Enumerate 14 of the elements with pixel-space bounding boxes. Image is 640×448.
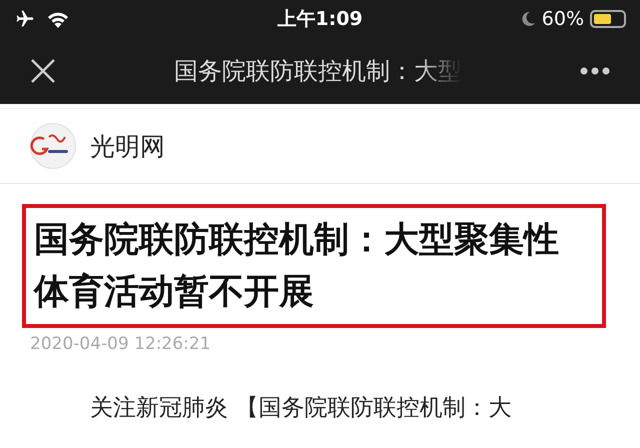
logo-icon — [30, 123, 76, 169]
article-text: 关注新冠肺炎 【国务院联防联控机制：大 — [90, 394, 512, 423]
more-icon[interactable] — [580, 67, 610, 75]
close-icon[interactable] — [30, 58, 56, 84]
page-title: 国务院联防联控机制：大型 — [174, 56, 462, 87]
airplane-icon — [14, 9, 36, 29]
status-time: 上午1:09 — [277, 7, 363, 32]
moon-icon — [520, 11, 536, 27]
source-name: 光明网 — [90, 130, 165, 162]
article-title: 国务院联防联控机制：大型聚集性体育活动暂不开展 — [22, 204, 606, 328]
battery-percentage: 60% — [542, 8, 584, 30]
publish-date: 2020-04-09 12:26:21 — [30, 334, 212, 354]
battery-icon — [590, 10, 626, 28]
wifi-icon — [46, 10, 70, 28]
